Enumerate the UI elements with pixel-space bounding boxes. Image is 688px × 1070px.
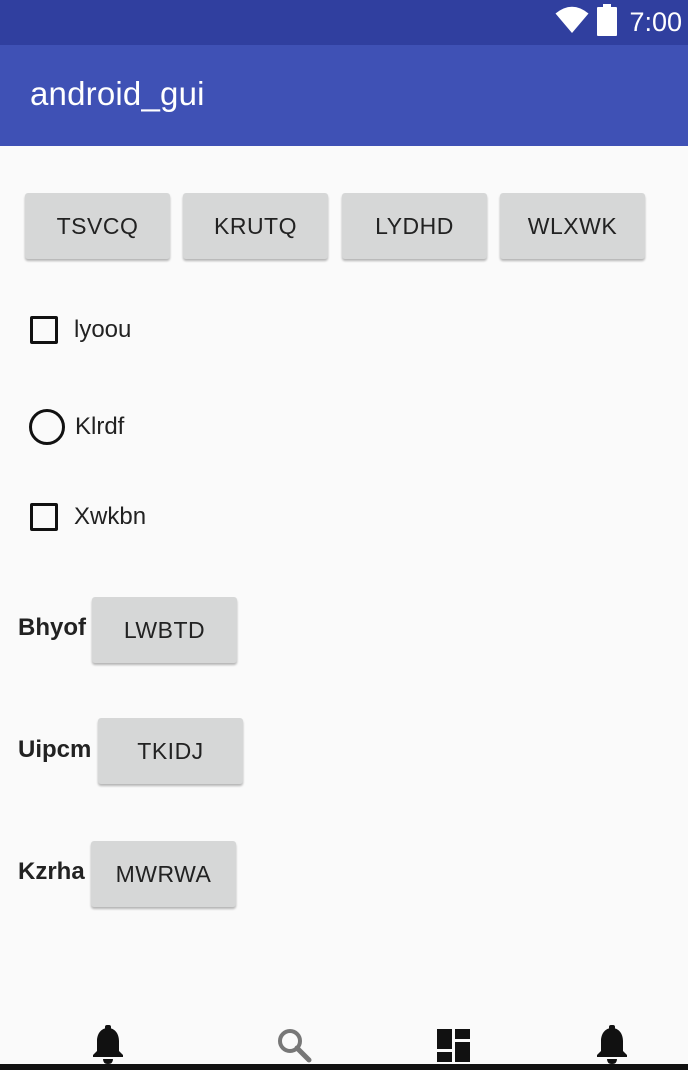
app-bar: android_gui (0, 45, 688, 146)
tkidj-button[interactable]: TKIDJ (98, 718, 243, 784)
search-icon[interactable] (276, 1025, 312, 1065)
checkbox[interactable] (30, 316, 58, 344)
option-label: Klrdf (75, 413, 125, 440)
tsvcq-button[interactable]: TSVCQ (25, 193, 170, 259)
dashboard-icon[interactable] (436, 1025, 472, 1065)
krutq-button[interactable]: KRUTQ (183, 193, 328, 259)
status-time: 7:00 (629, 7, 682, 37)
lydhd-button[interactable]: LYDHD (342, 193, 487, 259)
radio-button[interactable] (29, 409, 65, 445)
field-label-bhyof: Bhyof (18, 614, 86, 641)
app-title: android_gui (30, 75, 205, 112)
bottom-divider (0, 1064, 688, 1070)
bell-icon[interactable] (594, 1025, 630, 1065)
wifi-icon (555, 6, 589, 39)
lwbtd-button[interactable]: LWBTD (92, 597, 237, 663)
mwrwa-button[interactable]: MWRWA (91, 841, 236, 907)
bell-icon[interactable] (90, 1025, 126, 1065)
option-xwkbn[interactable]: Xwkbn (30, 503, 146, 531)
bottom-nav (0, 1015, 688, 1070)
option-label: Xwkbn (74, 503, 147, 530)
field-label-kzrha: Kzrha (18, 858, 85, 885)
status-icons: 7:00 (555, 0, 682, 45)
option-lyoou[interactable]: lyoou (30, 316, 131, 344)
wlxwk-button[interactable]: WLXWK (500, 193, 645, 259)
option-klrdf[interactable]: Klrdf (29, 409, 124, 445)
status-bar: 7:00 (0, 0, 688, 45)
option-label: lyoou (74, 316, 132, 343)
field-label-uipcm: Uipcm (18, 736, 92, 763)
checkbox[interactable] (30, 503, 58, 531)
battery-icon (597, 4, 618, 41)
